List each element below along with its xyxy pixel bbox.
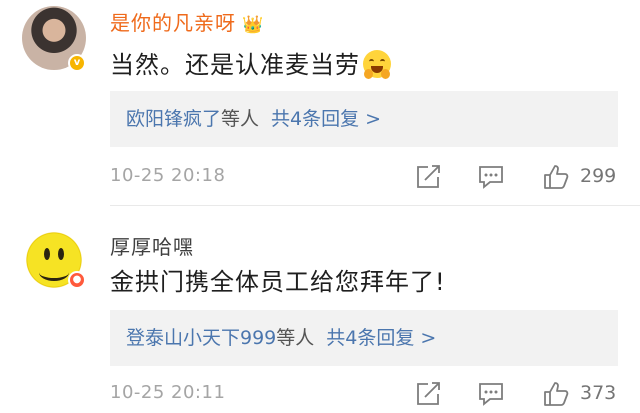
comment-meta: 10-25 20:18 299: [110, 162, 620, 194]
timestamp: 10-25 20:11: [110, 382, 226, 403]
vip-badge-icon: ●: [68, 271, 86, 289]
share-icon[interactable]: [414, 381, 442, 407]
crown-icon: 👑: [242, 15, 265, 35]
reply-count-link[interactable]: 共4条回复 >: [271, 108, 381, 130]
replies-preview[interactable]: 登泰山小天下999等人 共4条回复 >: [110, 310, 618, 366]
verified-badge-icon: v: [68, 54, 86, 72]
like-icon[interactable]: [542, 164, 570, 190]
comment-text: 金拱门携全体员工给您拜年了!: [110, 262, 446, 297]
comment-item: ● 厚厚哈嘿 金拱门携全体员工给您拜年了! 登泰山小天下999等人 共4条回复 >…: [0, 206, 640, 413]
reply-suffix: 等人: [221, 108, 260, 130]
username[interactable]: 是你的凡亲呀 👑: [110, 7, 264, 36]
comment-text: 当然。还是认准麦当劳: [110, 45, 391, 80]
like-count: 373: [580, 382, 617, 404]
comment-body: 当然。还是认准麦当劳: [110, 51, 360, 79]
replies-preview[interactable]: 欧阳锋疯了等人 共4条回复 >: [110, 91, 618, 147]
reply-count-link[interactable]: 共4条回复 >: [326, 327, 436, 349]
like-icon[interactable]: [542, 381, 570, 407]
reply-user-names[interactable]: 登泰山小天下999: [126, 327, 276, 349]
share-icon[interactable]: [414, 164, 442, 190]
timestamp: 10-25 20:18: [110, 165, 226, 186]
reply-suffix: 等人: [276, 327, 315, 349]
reply-user-names[interactable]: 欧阳锋疯了: [126, 108, 221, 130]
username-text[interactable]: 是你的凡亲呀: [110, 11, 236, 35]
like-count: 299: [580, 165, 617, 187]
comment-body: 金拱门携全体员工给您拜年了!: [110, 268, 446, 296]
username[interactable]: 厚厚哈嘿: [110, 231, 194, 260]
comment-meta: 10-25 20:11 373: [110, 379, 620, 411]
comment-item: v 是你的凡亲呀 👑 当然。还是认准麦当劳 欧阳锋疯了等人 共4条回复 > 10-2…: [0, 0, 640, 205]
reply-icon[interactable]: [477, 381, 505, 407]
username-text[interactable]: 厚厚哈嘿: [110, 235, 194, 259]
hugging-emoji-icon: [363, 50, 391, 79]
reply-icon[interactable]: [477, 164, 505, 190]
